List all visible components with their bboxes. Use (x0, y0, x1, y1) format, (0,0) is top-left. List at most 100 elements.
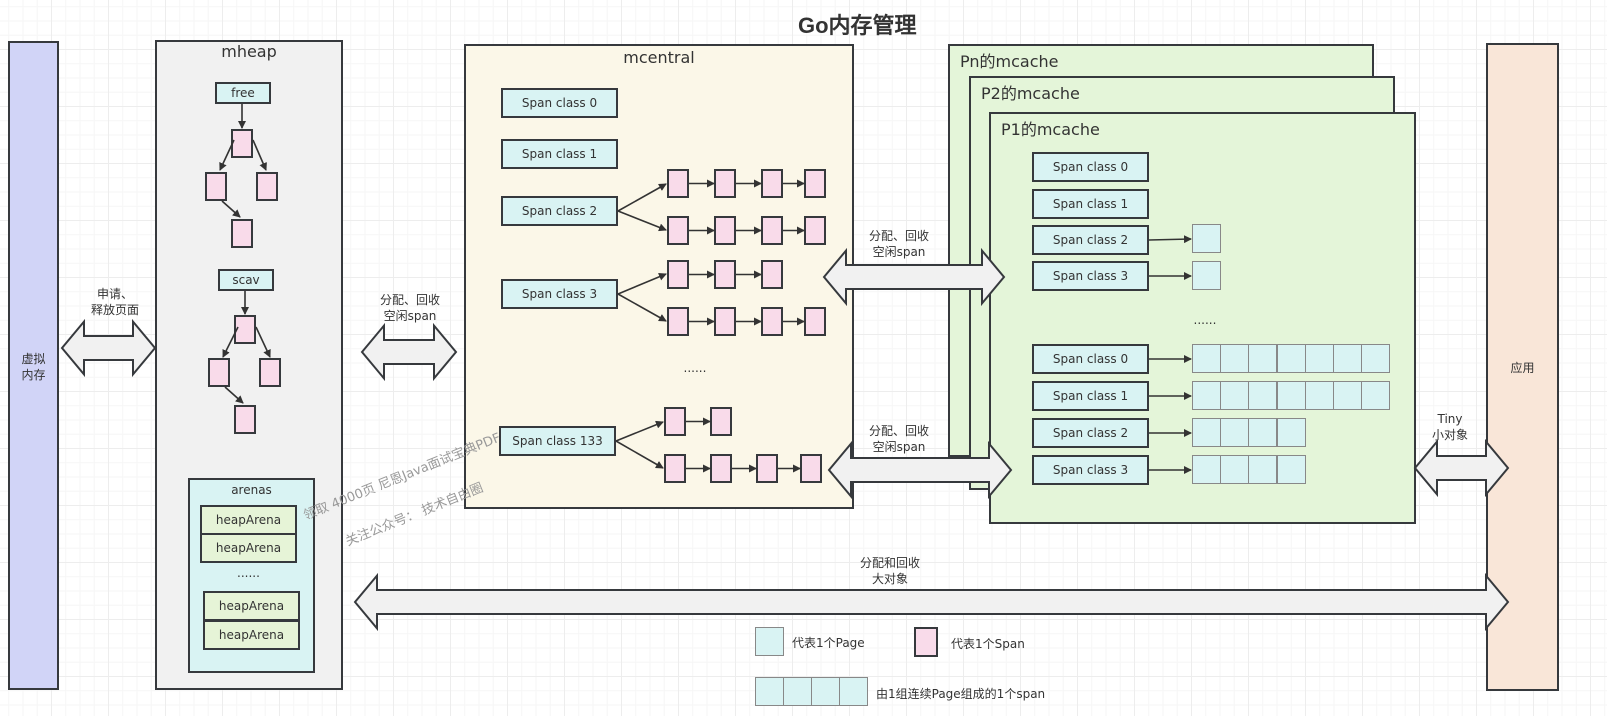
page-block (1248, 344, 1278, 373)
mcache-span-class: Span class 1 (1032, 189, 1149, 219)
mcentral-span-class: Span class 0 (501, 88, 618, 118)
page-block (1248, 381, 1278, 410)
span-block (231, 129, 253, 158)
free-list-head: free (215, 82, 271, 104)
span-block (714, 169, 736, 198)
page-block (1361, 381, 1391, 410)
page-block (1361, 344, 1391, 373)
heap-arena: heapArena (203, 591, 300, 621)
span-block (761, 216, 783, 245)
span-block (231, 219, 253, 248)
legend-page-swatch (755, 627, 784, 656)
page-block (1333, 381, 1362, 410)
page-block (1276, 344, 1306, 373)
page-block (1220, 344, 1250, 373)
legend-page-label: 代表1个Page (792, 636, 865, 650)
span-block (234, 315, 256, 344)
span-block (667, 307, 689, 336)
mcentral-span-class: Span class 3 (501, 279, 618, 309)
pn-mcache-label: Pn的mcache (960, 52, 1059, 71)
mcache-ellipsis: ...... (1193, 313, 1217, 327)
span-block (800, 454, 822, 483)
mheap-mcentral-arrow (360, 322, 458, 382)
span-block (208, 358, 230, 387)
span-block (761, 260, 783, 289)
span-block (804, 216, 826, 245)
span-block (710, 454, 732, 483)
scav-list-head: scav (218, 269, 274, 291)
legend-span-label: 代表1个Span (951, 637, 1025, 651)
diagram-title: Go内存管理 (798, 13, 917, 38)
page-block (1192, 381, 1221, 410)
span-block (714, 260, 736, 289)
page-block (1276, 418, 1306, 447)
mcentral-span-class: Span class 2 (501, 196, 618, 226)
mcache-span-class: Span class 0 (1032, 152, 1149, 182)
span-block (205, 172, 227, 201)
application-block: 应用 (1486, 43, 1559, 691)
page-block (1220, 418, 1250, 447)
mcache-span-class: Span class 3 (1032, 261, 1149, 291)
mcentral-mcache-top-arrow-label: 分配、回收 空闲span (868, 229, 929, 259)
page-block (1192, 224, 1221, 253)
legend-multi-page-swatch (839, 677, 868, 706)
virtual-memory-block: 虚拟 内存 (8, 41, 59, 690)
mcache-span-class: Span class 1 (1032, 381, 1149, 411)
mheap-label: mheap (221, 42, 277, 61)
page-block (1276, 381, 1306, 410)
mcentral-ellipsis: ...... (683, 361, 707, 375)
page-block (1192, 344, 1221, 373)
span-block (756, 454, 778, 483)
span-block (667, 216, 689, 245)
span-block (804, 307, 826, 336)
mcentral-span-class: Span class 1 (501, 139, 618, 169)
application-label: 应用 (1510, 361, 1535, 375)
mcentral-label: mcentral (623, 48, 695, 67)
span-block (667, 169, 689, 198)
span-block (259, 358, 281, 387)
span-block (761, 307, 783, 336)
span-block (664, 407, 686, 436)
page-block (1192, 418, 1221, 447)
page-block (1220, 455, 1250, 484)
span-block (664, 454, 686, 483)
page-block (1304, 344, 1334, 373)
span-block (804, 169, 826, 198)
large-object-arrow-label: 分配和回收 大对象 (859, 556, 920, 586)
span-block (761, 169, 783, 198)
page-block (1192, 261, 1221, 290)
mheap-mcentral-arrow-label: 分配、回收 空闲span (379, 293, 440, 323)
vm-mheap-arrow-label: 申请、 释放页面 (90, 287, 139, 317)
legend-multi-page-swatch (783, 677, 812, 706)
span-block (714, 307, 736, 336)
mcache-span-class: Span class 0 (1032, 344, 1149, 374)
vm-mheap-arrow (60, 318, 157, 378)
page-block (1248, 418, 1278, 447)
p1-mcache-label: P1的mcache (1001, 120, 1100, 139)
legend-multi-page-swatch (811, 677, 840, 706)
legend-span-swatch (914, 627, 938, 657)
page-block (1248, 455, 1278, 484)
page-block (1304, 381, 1334, 410)
legend-multi-page-swatch (755, 677, 784, 706)
tiny-arrow-label: Tiny 小对象 (1431, 412, 1468, 442)
mcentral-span-class: Span class 133 (499, 426, 616, 456)
span-block (234, 405, 256, 434)
p2-mcache-label: P2的mcache (981, 84, 1080, 103)
virtual-memory-label: 虚拟 内存 (21, 352, 46, 382)
span-block (256, 172, 278, 201)
arenas-ellipsis: ...... (237, 566, 260, 580)
mcentral-mcache-bottom-arrow-label: 分配、回收 空闲span (868, 424, 929, 454)
mcache-span-class: Span class 2 (1032, 418, 1149, 448)
heap-arena: heapArena (200, 533, 297, 563)
page-block (1220, 381, 1250, 410)
span-block (710, 407, 732, 436)
mcache-span-class: Span class 3 (1032, 455, 1149, 485)
page-block (1333, 344, 1362, 373)
page-block (1276, 455, 1306, 484)
legend-span-of-pages-label: 由1组连续Page组成的1个span (876, 687, 1046, 701)
free-label: free (231, 86, 255, 100)
page-block (1192, 455, 1221, 484)
heap-arena: heapArena (203, 620, 300, 650)
scav-label: scav (232, 273, 260, 287)
